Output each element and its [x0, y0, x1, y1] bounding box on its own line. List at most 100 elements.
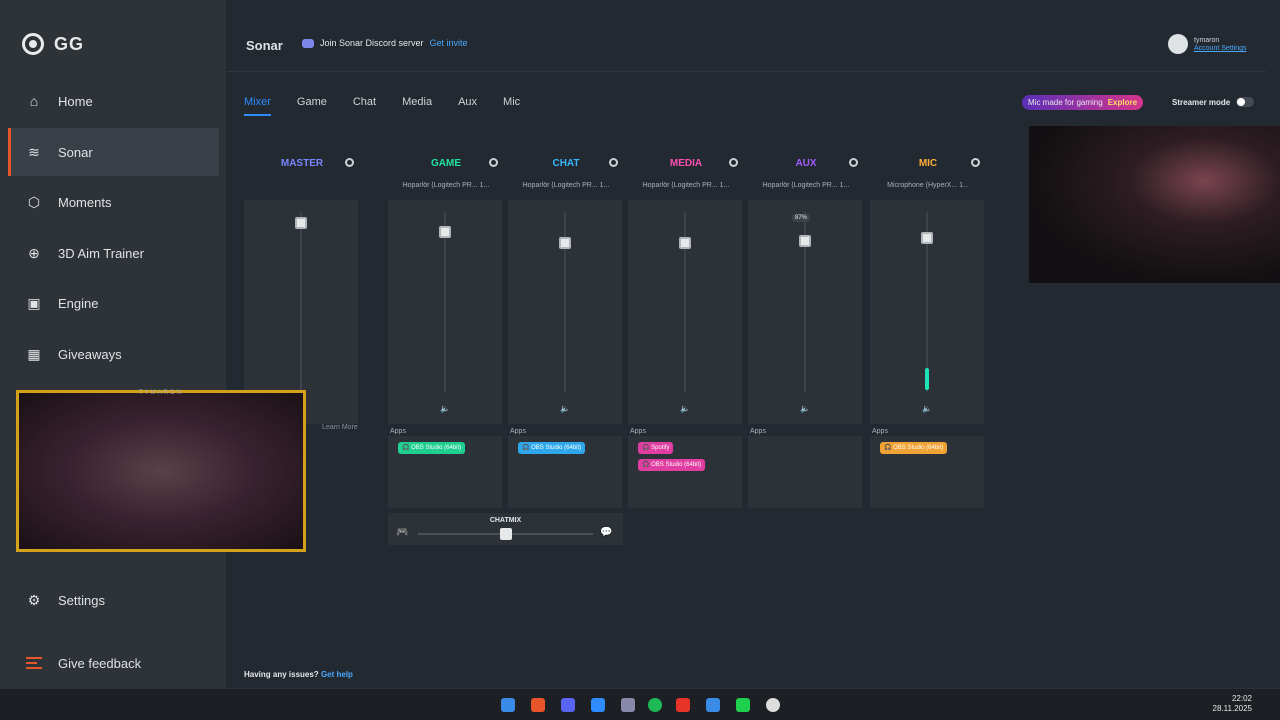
issues-text: Having any issues? [244, 670, 319, 679]
webcam-tag: TYMARON [139, 390, 183, 396]
tab-chat[interactable]: Chat [353, 96, 376, 116]
chatmix-label: CHATMIX [489, 517, 522, 524]
tab-aux[interactable]: Aux [458, 96, 477, 116]
apps-list: 🎧 OBS Studio (64bit) [870, 436, 984, 508]
apps-label: Apps [750, 428, 766, 435]
app-window: — ❐ ✕ GG ⌂ Home ≋ Sonar ⬡ Moments ⊕ 3D A… [0, 0, 1280, 688]
discord-icon[interactable] [561, 698, 575, 712]
sidebar-item-label: Settings [58, 592, 105, 608]
channel-settings-icon[interactable] [609, 158, 618, 167]
channel-settings-icon[interactable] [345, 158, 354, 167]
chip-icon: ▣ [27, 294, 41, 311]
volume-percent: 87% [792, 214, 811, 222]
account-settings-link[interactable]: Account Settings [1194, 45, 1247, 52]
app-icon[interactable] [591, 698, 605, 712]
steelseries-icon[interactable] [766, 698, 780, 712]
output-device-select[interactable]: Hoparlör (Logitech PR... 1... [388, 178, 504, 194]
app-chip[interactable]: 🎧 OBS Studio (64bit) [638, 459, 706, 471]
app-icon[interactable] [621, 698, 635, 712]
system-clock[interactable]: 22:02 28.11.2025 [1206, 694, 1252, 714]
fader-track[interactable] [444, 212, 446, 392]
sidebar-item-sonar[interactable]: ≋ Sonar [8, 128, 219, 176]
app-icon[interactable] [736, 698, 750, 712]
tab-game[interactable]: Game [297, 96, 327, 116]
app-chip[interactable]: 🎧 OBS Studio (64bit) [398, 442, 466, 454]
gear-icon: ⚙ [27, 591, 41, 608]
get-invite-link[interactable]: Get invite [430, 38, 468, 48]
output-device-select [244, 178, 360, 194]
gift-icon: ▦ [27, 345, 41, 362]
chatmix-slider[interactable] [499, 528, 512, 540]
browser-icon[interactable] [531, 698, 545, 712]
tab-media[interactable]: Media [402, 96, 432, 116]
clock-time: 22:02 [1231, 694, 1252, 703]
volume-fader: 🔈 [508, 200, 622, 424]
explore-link[interactable]: Explore [1108, 98, 1137, 107]
output-device-select[interactable]: Microphone (HyperX... 1... [870, 178, 986, 194]
steelseries-icon [22, 33, 44, 55]
fader-knob[interactable] [679, 237, 691, 250]
tab-mixer[interactable]: Mixer [244, 96, 271, 116]
sidebar-item-engine[interactable]: ▣ Engine [8, 279, 219, 327]
account-menu[interactable]: tymaron Account Settings [1168, 34, 1247, 54]
channel-mic: MIC Microphone (HyperX... 1... 🔈 Apps 🎧 OBS … [870, 148, 986, 508]
channel-settings-icon[interactable] [971, 158, 980, 167]
webcam-overlay-left: TYMARON [16, 390, 306, 552]
channel-aux: AUX Hoparlör (Logitech PR... 1... 87% 🔈 Apps [748, 148, 864, 508]
sidebar-item-label: Sonar [58, 144, 93, 160]
fader-knob[interactable] [295, 217, 307, 230]
tab-mic[interactable]: Mic [503, 96, 520, 116]
speaker-icon[interactable]: 🔈 [800, 404, 810, 413]
streamer-mode-toggle[interactable] [1236, 97, 1255, 107]
fader-knob[interactable] [439, 226, 451, 239]
channel-settings-icon[interactable] [849, 158, 858, 167]
app-chip[interactable]: 🎧 OBS Studio (64bit) [880, 442, 948, 454]
app-icon[interactable] [706, 698, 720, 712]
sidebar-item-feedback[interactable]: Give feedback [8, 639, 219, 687]
output-device-select[interactable]: Hoparlör (Logitech PR... 1... [628, 178, 744, 194]
volume-fader: 87% 🔈 [748, 200, 862, 424]
channel-header: CHAT [508, 148, 624, 178]
apps-label: Apps [630, 428, 646, 435]
speaker-icon[interactable]: 🔈 [560, 404, 570, 413]
crosshair-icon: ⊕ [28, 244, 40, 261]
output-device-select[interactable]: Hoparlör (Logitech PR... 1... [508, 178, 624, 194]
fader-knob[interactable] [799, 235, 811, 248]
app-chip[interactable]: 🎧 Spotify [638, 442, 674, 454]
sidebar-item-home[interactable]: ⌂ Home [8, 77, 219, 125]
tab-bar: Mixer Game Chat Media Aux Mic [244, 96, 520, 116]
spotify-icon[interactable] [648, 698, 662, 712]
volume-fader: 🔈 [388, 200, 502, 424]
channel-settings-icon[interactable] [489, 158, 498, 167]
start-icon[interactable] [501, 698, 515, 712]
output-device-select[interactable]: Hoparlör (Logitech PR... 1... [748, 178, 864, 194]
volume-fader: 🔈 [870, 200, 984, 424]
page-title: Sonar [246, 38, 283, 53]
learn-more-link[interactable]: Learn More [322, 424, 358, 431]
clock-date: 28.11.2025 [1212, 704, 1252, 713]
apps-list: 🎧 Spotify 🎧 OBS Studio (64bit) [628, 436, 742, 508]
main-panel: Sonar Join Sonar Discord server Get invi… [226, 0, 1280, 688]
app-chip[interactable]: 🎧 OBS Studio (64bit) [518, 442, 586, 454]
speaker-icon[interactable]: 🔈 [440, 404, 450, 413]
moments-icon: ⬡ [27, 193, 41, 210]
fader-knob[interactable] [559, 237, 571, 250]
apps-label: Apps [390, 428, 406, 435]
sidebar-item-aim-trainer[interactable]: ⊕ 3D Aim Trainer [8, 229, 219, 277]
channel-header: MIC [870, 148, 986, 178]
chat-icon: 💬 [600, 527, 613, 538]
fader-knob[interactable] [921, 231, 933, 244]
streamer-mode-label: Streamer mode [1172, 97, 1231, 107]
promo-text: Mic made for gaming [1028, 98, 1103, 107]
sidebar-item-moments[interactable]: ⬡ Moments [8, 178, 219, 226]
channel-settings-icon[interactable] [729, 158, 738, 167]
app-icon[interactable] [676, 698, 690, 712]
mic-promo-banner[interactable]: Mic made for gaming Explore [1022, 95, 1144, 110]
speaker-icon[interactable]: 🔈 [680, 404, 690, 413]
sidebar-item-giveaways[interactable]: ▦ Giveaways [8, 330, 219, 378]
speaker-icon[interactable]: 🔈 [922, 404, 932, 413]
discord-icon [302, 38, 314, 48]
fader-track[interactable] [300, 212, 302, 392]
get-help-link[interactable]: Get help [321, 670, 353, 679]
sidebar-item-settings[interactable]: ⚙ Settings [8, 576, 219, 624]
